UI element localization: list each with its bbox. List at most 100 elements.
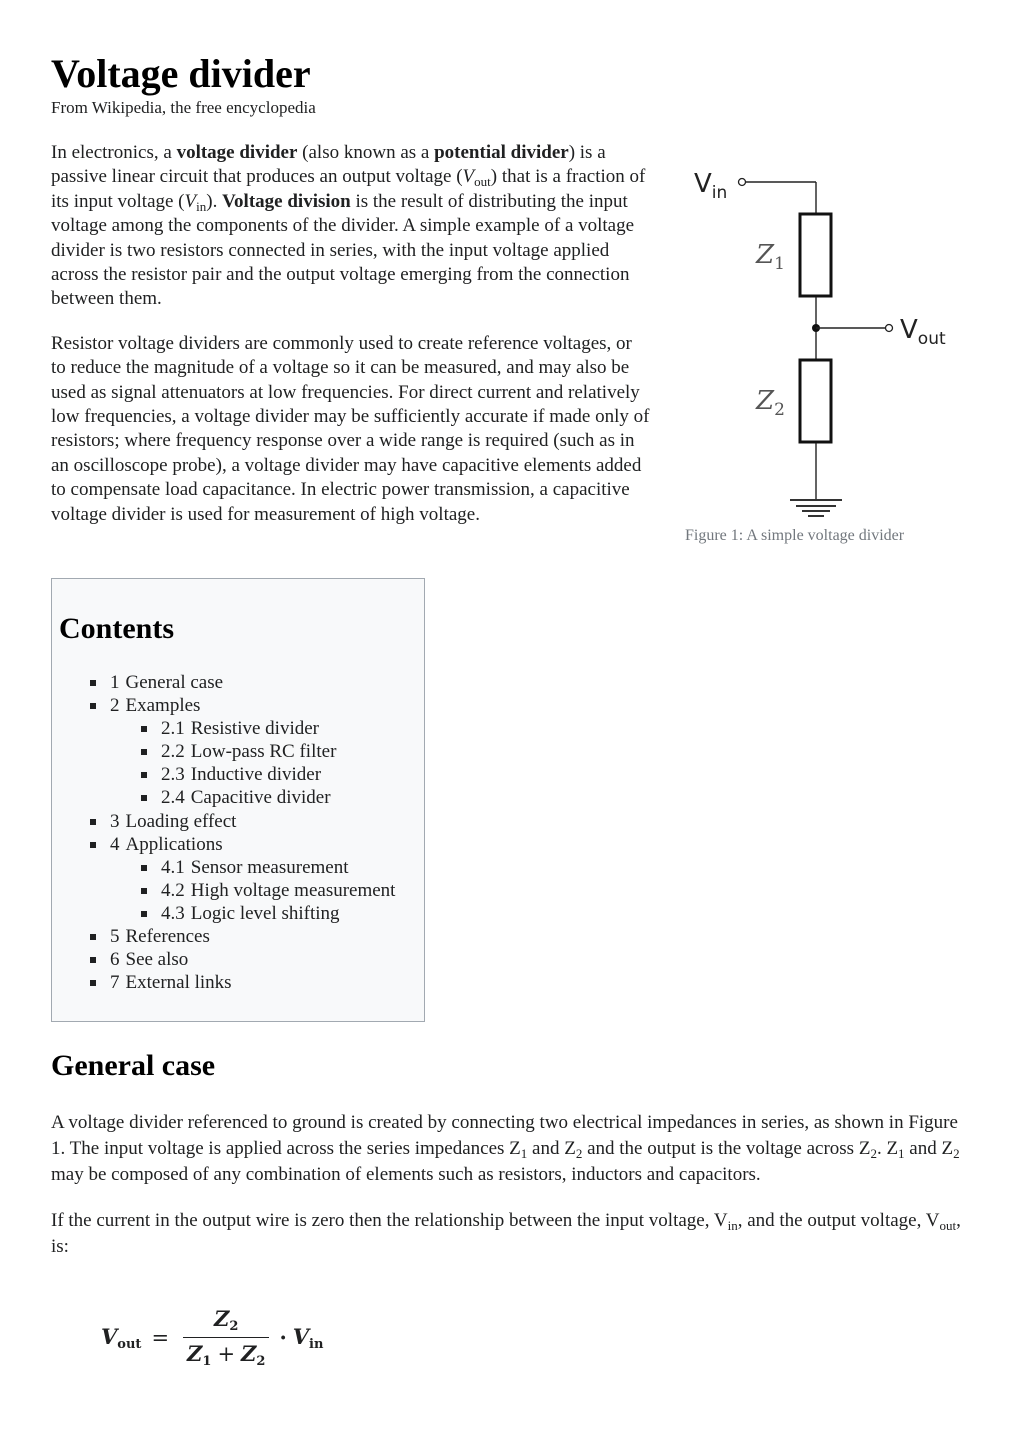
ground-icon [790,499,842,517]
formula-rhs: Vin [293,1324,324,1352]
general-case-paragraph-2: If the current in the output wire is zer… [51,1208,966,1260]
bullet-icon [90,703,96,710]
toc-item-label[interactable]: See also [126,949,189,970]
text: and the output is the voltage across Z [582,1138,871,1159]
toc-item-label[interactable]: External links [126,972,232,993]
toc-item[interactable]: 2 Examples [88,694,395,717]
toc-item[interactable]: 4 Applications [88,833,395,856]
toc-item-label[interactable]: Logic level shifting [191,903,340,924]
toc-item-number[interactable]: 2.3 [161,764,185,785]
fraction-numerator: Z2 [210,1306,242,1337]
symbol: V [292,1323,310,1349]
subscript: out [474,174,491,190]
bold-term-voltage-divider: voltage divider [176,142,298,163]
symbol: V [101,1323,118,1349]
bullet-icon [141,772,147,779]
toc-item-number[interactable]: 3 [110,811,120,832]
toc-item-number[interactable]: 6 [110,949,120,970]
text: If the current in the output wire is zer… [51,1210,728,1231]
toc-item-number[interactable]: 2.2 [161,741,185,762]
text: may be composed of any combination of el… [51,1164,761,1185]
text: and Z [527,1138,576,1159]
formula-lhs: Vout [101,1324,141,1352]
symbol: Z [214,1306,230,1331]
bold-term-voltage-division: Voltage division [222,190,351,212]
toc-item[interactable]: 6 See also [88,948,395,971]
plus-sign: + [217,1342,236,1366]
toc-item-number[interactable]: 4.1 [161,857,185,878]
vout-terminal [884,323,894,333]
toc-item-number[interactable]: 2 [110,695,120,716]
bullet-icon [90,957,96,964]
multiply-dot: · [279,1325,287,1350]
subscript: in [309,1336,324,1352]
toc-item[interactable]: 1 General case [88,671,395,694]
toc-item-number[interactable]: 4.2 [161,880,185,901]
toc-item[interactable]: 4.3 Logic level shifting [88,902,395,925]
toc-item-label[interactable]: Applications [126,834,223,855]
lead-section: In electronics, a voltage divider (also … [51,141,651,547]
figure-voltage-divider[interactable]: Vin Z1 Vout Z2 [684,160,964,520]
site-subtitle: From Wikipedia, the free encyclopedia [51,98,316,117]
bullet-icon [141,749,147,756]
toc-item-label[interactable]: High voltage measurement [191,880,396,901]
text: In electronics, a [51,142,177,163]
subscript: 2 [229,1319,239,1334]
symbol: V [462,166,475,188]
lead-paragraph-2: Resistor voltage dividers are commonly u… [51,332,650,525]
toc-item[interactable]: 7 External links [88,971,395,994]
page-title: Voltage divider [51,51,311,96]
bullet-icon [90,818,96,825]
voltage-divider-formula: Vout = Z2 Z1 + Z2 · Vin [101,1306,323,1369]
toc-item-label[interactable]: Sensor measurement [191,857,349,878]
subscript: in [727,1218,738,1233]
toc-item-label[interactable]: Inductive divider [191,764,321,785]
toc-item-label[interactable]: Low-pass RC filter [191,741,337,762]
bold-term-potential-divider: potential divider [434,142,569,163]
toc-item-label[interactable]: Resistive divider [191,718,319,739]
fraction-denominator: Z1 + Z2 [183,1337,270,1369]
toc-item-label[interactable]: References [126,926,210,947]
bullet-icon [141,910,147,917]
toc-item-label[interactable]: Examples [126,695,201,716]
toc-item-number[interactable]: 4 [110,834,120,855]
text: , and the output voltage, V [737,1210,940,1231]
lead-paragraph-1: In electronics, a voltage divider (also … [51,141,651,312]
equals-sign: = [151,1325,170,1350]
toc-item-label[interactable]: Capacitive divider [191,787,331,808]
z1-label: Z1 [755,240,785,274]
z2-label: Z2 [755,386,785,420]
subscript: out [939,1218,957,1233]
formula-fraction: Z2 Z1 + Z2 [183,1306,270,1369]
subscript: 2 [953,1146,960,1161]
table-of-contents: Contents 1 General case 2 Examples 2.1 Resist… [51,578,425,1022]
toc-item[interactable]: 3 Loading effect [88,810,395,833]
subscript: 2 [256,1354,266,1369]
toc-item-number[interactable]: 2.4 [161,787,185,808]
toc-item-number[interactable]: 4.3 [161,903,185,924]
text: (also known as a [297,142,435,163]
toc-item[interactable]: 4.1 Sensor measurement [88,856,395,879]
bullet-icon [90,680,96,686]
symbol: Z [187,1341,203,1366]
math-v-out: V [463,166,475,187]
general-case-paragraph-1: A voltage divider referenced to ground i… [51,1110,966,1188]
toc-item-label[interactable]: General case [126,672,224,693]
symbol: V [184,190,197,212]
toc-item[interactable]: 2.2 Low-pass RC filter [88,740,395,763]
toc-item[interactable]: 4.2 High voltage measurement [88,879,395,902]
toc-item-number[interactable]: 1 [110,672,120,693]
text: . Z [876,1138,899,1159]
subscript: out [117,1336,142,1352]
toc-item[interactable]: 2.3 Inductive divider [88,763,395,786]
voltage-divider-circuit-diagram: Vin Z1 Vout Z2 [694,169,946,517]
toc-item[interactable]: 2.1 Resistive divider [88,717,395,740]
toc-item[interactable]: 5 References [88,925,395,948]
toc-item-number[interactable]: 5 [110,926,120,947]
toc-item-label[interactable]: Loading effect [126,811,237,832]
toc-item-number[interactable]: 2.1 [161,718,185,739]
toc-item[interactable]: 2.4 Capacitive divider [88,786,395,809]
toc-title: Contents [59,612,175,645]
bullet-icon [141,795,147,802]
toc-item-number[interactable]: 7 [110,972,120,993]
